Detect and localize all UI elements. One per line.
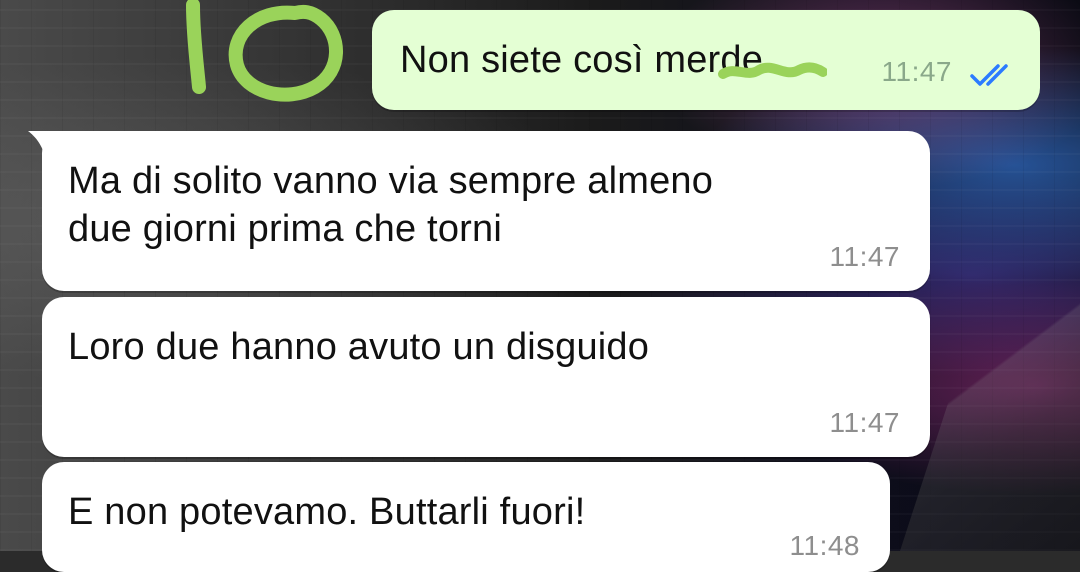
double-check-icon — [970, 64, 1008, 86]
message-time: 11:48 — [789, 530, 860, 561]
message-time: 11:47 — [829, 241, 900, 272]
message-bubble-incoming[interactable]: Loro due hanno avuto un disguido 11:47 — [42, 297, 930, 457]
bubble-tail — [28, 131, 68, 159]
chat-thread: Non siete così merde 11:47 Ma di solito … — [0, 0, 1080, 572]
message-bubble-incoming[interactable]: E non potevamo. Buttarli fuori! 11:48 — [42, 462, 890, 572]
message-text: Loro due hanno avuto un disguido — [68, 326, 650, 368]
censor-scribble — [718, 62, 827, 79]
message-time: 11:47 — [829, 407, 900, 438]
message-text: Non siete così merde — [400, 39, 764, 81]
message-time: 11:47 — [881, 56, 952, 87]
message-bubble-incoming[interactable]: Ma di solito vanno via sempre almeno due… — [28, 131, 930, 291]
message-text: E non potevamo. Buttarli fuori! — [68, 491, 586, 533]
message-bubble-outgoing[interactable]: Non siete così merde 11:47 — [372, 10, 1040, 110]
message-text: Ma di solito vanno via sempre almeno due… — [68, 160, 714, 250]
